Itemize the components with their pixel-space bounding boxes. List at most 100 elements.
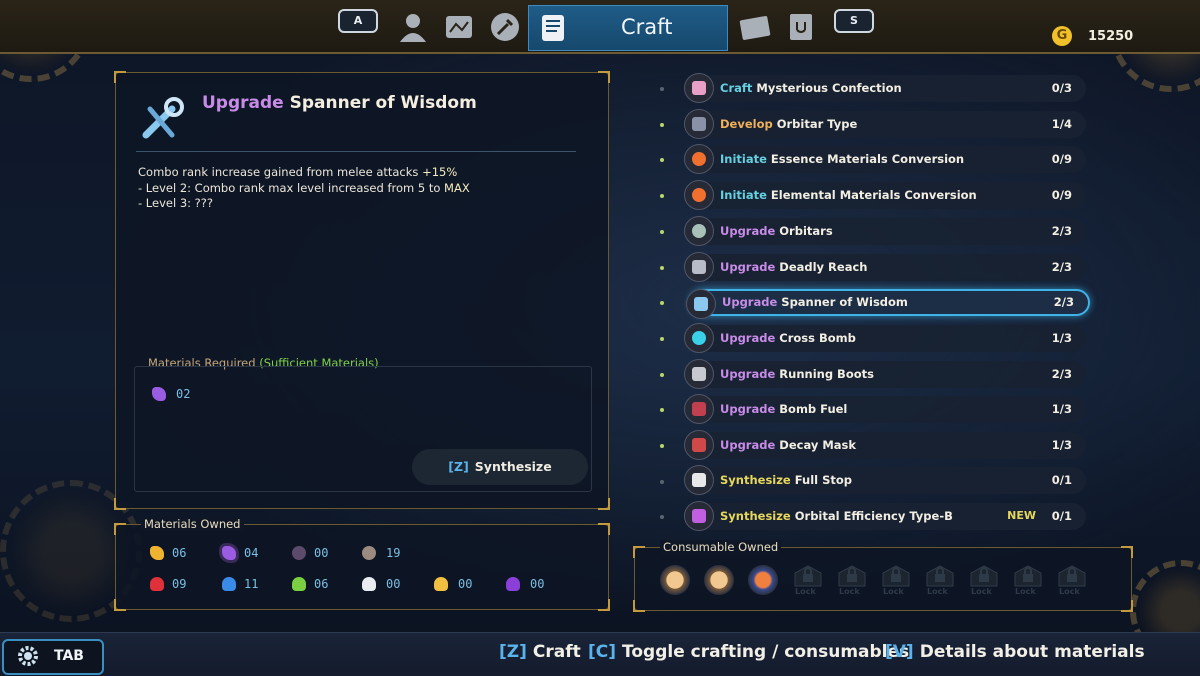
item-action: Initiate xyxy=(720,188,767,202)
item-progress: 0/9 xyxy=(1051,152,1072,166)
gold-amount: 15250 xyxy=(1088,29,1134,44)
list-item[interactable]: Upgrade Orbitars 2/3 xyxy=(684,216,1086,246)
orbitars-icon xyxy=(684,216,714,246)
consumable-slot[interactable] xyxy=(704,565,734,595)
tab-label: TAB xyxy=(54,648,84,664)
item-progress: 0/9 xyxy=(1051,188,1072,202)
item-name: Spanner of Wisdom xyxy=(781,295,908,309)
list-item[interactable]: Synthesize Orbital Efficiency Type-B NEW… xyxy=(684,501,1086,531)
lock-icon xyxy=(926,565,954,587)
list-item[interactable]: Initiate Elemental Materials Conversion … xyxy=(684,180,1086,210)
list-bullet xyxy=(660,373,664,377)
list-bullet xyxy=(660,266,664,270)
locked-slot: Lock xyxy=(880,565,912,597)
list-bullet xyxy=(660,194,664,198)
gear-icon xyxy=(18,646,38,666)
item-action: Upgrade xyxy=(720,402,776,416)
tab-map[interactable] xyxy=(442,10,476,44)
list-bullet xyxy=(660,87,664,91)
item-name: Orbitar Type xyxy=(776,117,858,131)
owned-qty: 00 xyxy=(314,546,329,560)
list-item[interactable]: Upgrade Decay Mask 1/3 xyxy=(684,430,1086,460)
locked-slot: Lock xyxy=(1012,565,1044,597)
required-material-qty: 02 xyxy=(176,387,191,401)
item-name: Decay Mask xyxy=(779,438,857,452)
item-action: Initiate xyxy=(720,152,767,166)
spanner-icon xyxy=(142,97,184,139)
list-item[interactable]: Initiate Essence Materials Conversion 0/… xyxy=(684,144,1086,174)
owned-qty: 19 xyxy=(386,546,401,560)
tab-craft-label: Craft xyxy=(621,15,673,39)
lock-icon xyxy=(970,565,998,587)
consumable-slot[interactable] xyxy=(748,565,778,595)
gold-crystal-icon xyxy=(150,546,164,560)
hint-craft[interactable]: [Z] Craft xyxy=(499,642,581,662)
item-name: Mysterious Confection xyxy=(756,81,902,95)
tab-journal[interactable] xyxy=(784,10,818,44)
tab-mail[interactable] xyxy=(738,10,772,44)
owned-qty: 11 xyxy=(244,577,259,591)
next-tab-key[interactable]: S xyxy=(834,9,874,33)
list-bullet xyxy=(660,480,664,484)
prev-tab-key[interactable]: A xyxy=(338,9,378,33)
owned-qty: 06 xyxy=(172,546,187,560)
purple-crystal-icon xyxy=(152,387,166,401)
item-action: Upgrade xyxy=(722,295,778,309)
list-bullet xyxy=(660,337,664,341)
bomb-fuel-icon xyxy=(684,394,714,424)
item-action: Upgrade xyxy=(720,331,776,345)
list-item[interactable]: Upgrade Bomb Fuel 1/3 xyxy=(684,394,1086,424)
item-progress: 2/3 xyxy=(1051,260,1072,274)
desc-line2: - Level 2: Combo rank max level increase… xyxy=(138,180,445,195)
owned-qty: 00 xyxy=(530,577,545,591)
list-item[interactable]: Synthesize Full Stop 0/1 xyxy=(684,465,1086,495)
item-progress: 1/3 xyxy=(1051,331,1072,345)
consumable-slot[interactable] xyxy=(660,565,690,595)
locked-slot: Lock xyxy=(924,565,956,597)
item-name: Orbitars xyxy=(779,224,833,238)
conversion-icon xyxy=(684,180,714,210)
detail-divider xyxy=(136,151,576,152)
tab-menu-button[interactable]: TAB xyxy=(2,639,104,675)
synthesize-button[interactable]: [Z] Synthesize xyxy=(412,449,588,485)
tab-upgrades[interactable] xyxy=(488,10,522,44)
item-name: Cross Bomb xyxy=(779,331,856,345)
list-item[interactable]: Upgrade Running Boots 2/3 xyxy=(684,359,1086,389)
list-bullet xyxy=(660,158,664,162)
list-item-selected[interactable]: Upgrade Spanner of Wisdom 2/3 xyxy=(686,289,1090,319)
new-badge: NEW xyxy=(1007,509,1036,522)
white-slime-icon xyxy=(362,577,376,591)
lock-label: Lock xyxy=(927,587,948,596)
green-slime-icon xyxy=(292,577,306,591)
detail-item-name: Spanner of Wisdom xyxy=(289,93,477,113)
orbital-efficiency-icon xyxy=(684,501,714,531)
list-item[interactable]: Upgrade Cross Bomb 1/3 xyxy=(684,323,1086,353)
locked-slot: Lock xyxy=(1056,565,1088,597)
profile-icon xyxy=(400,14,426,42)
tab-craft[interactable]: Craft xyxy=(528,5,728,51)
lock-label: Lock xyxy=(1015,587,1036,596)
list-item[interactable]: Craft Mysterious Confection 0/3 xyxy=(684,73,1086,103)
tab-profile[interactable] xyxy=(396,10,430,44)
detail-action: Upgrade xyxy=(202,93,284,113)
running-boots-icon xyxy=(684,359,714,389)
list-item[interactable]: Upgrade Deadly Reach 2/3 xyxy=(684,252,1086,282)
item-action: Upgrade xyxy=(720,438,776,452)
desc-bonus: +15% xyxy=(422,165,458,179)
item-progress: 2/3 xyxy=(1053,295,1074,309)
item-name: Elemental Materials Conversion xyxy=(770,188,977,202)
list-item[interactable]: Develop Orbitar Type 1/4 xyxy=(684,109,1086,139)
list-bullet xyxy=(660,301,664,305)
lock-label: Lock xyxy=(1059,587,1080,596)
confection-icon xyxy=(684,73,714,103)
envelope-icon xyxy=(739,16,771,40)
owned-qty: 06 xyxy=(314,577,329,591)
hint-toggle[interactable]: [C] Toggle crafting / consumables xyxy=(588,642,909,662)
item-action: Synthesize xyxy=(720,509,791,523)
hint-craft-key: [Z] xyxy=(499,642,527,662)
map-icon xyxy=(446,16,472,38)
cross-bomb-icon xyxy=(684,323,714,353)
owned-qty: 00 xyxy=(458,577,473,591)
item-progress: 2/3 xyxy=(1051,367,1072,381)
hint-details[interactable]: [V] Details about materials xyxy=(885,642,1145,662)
